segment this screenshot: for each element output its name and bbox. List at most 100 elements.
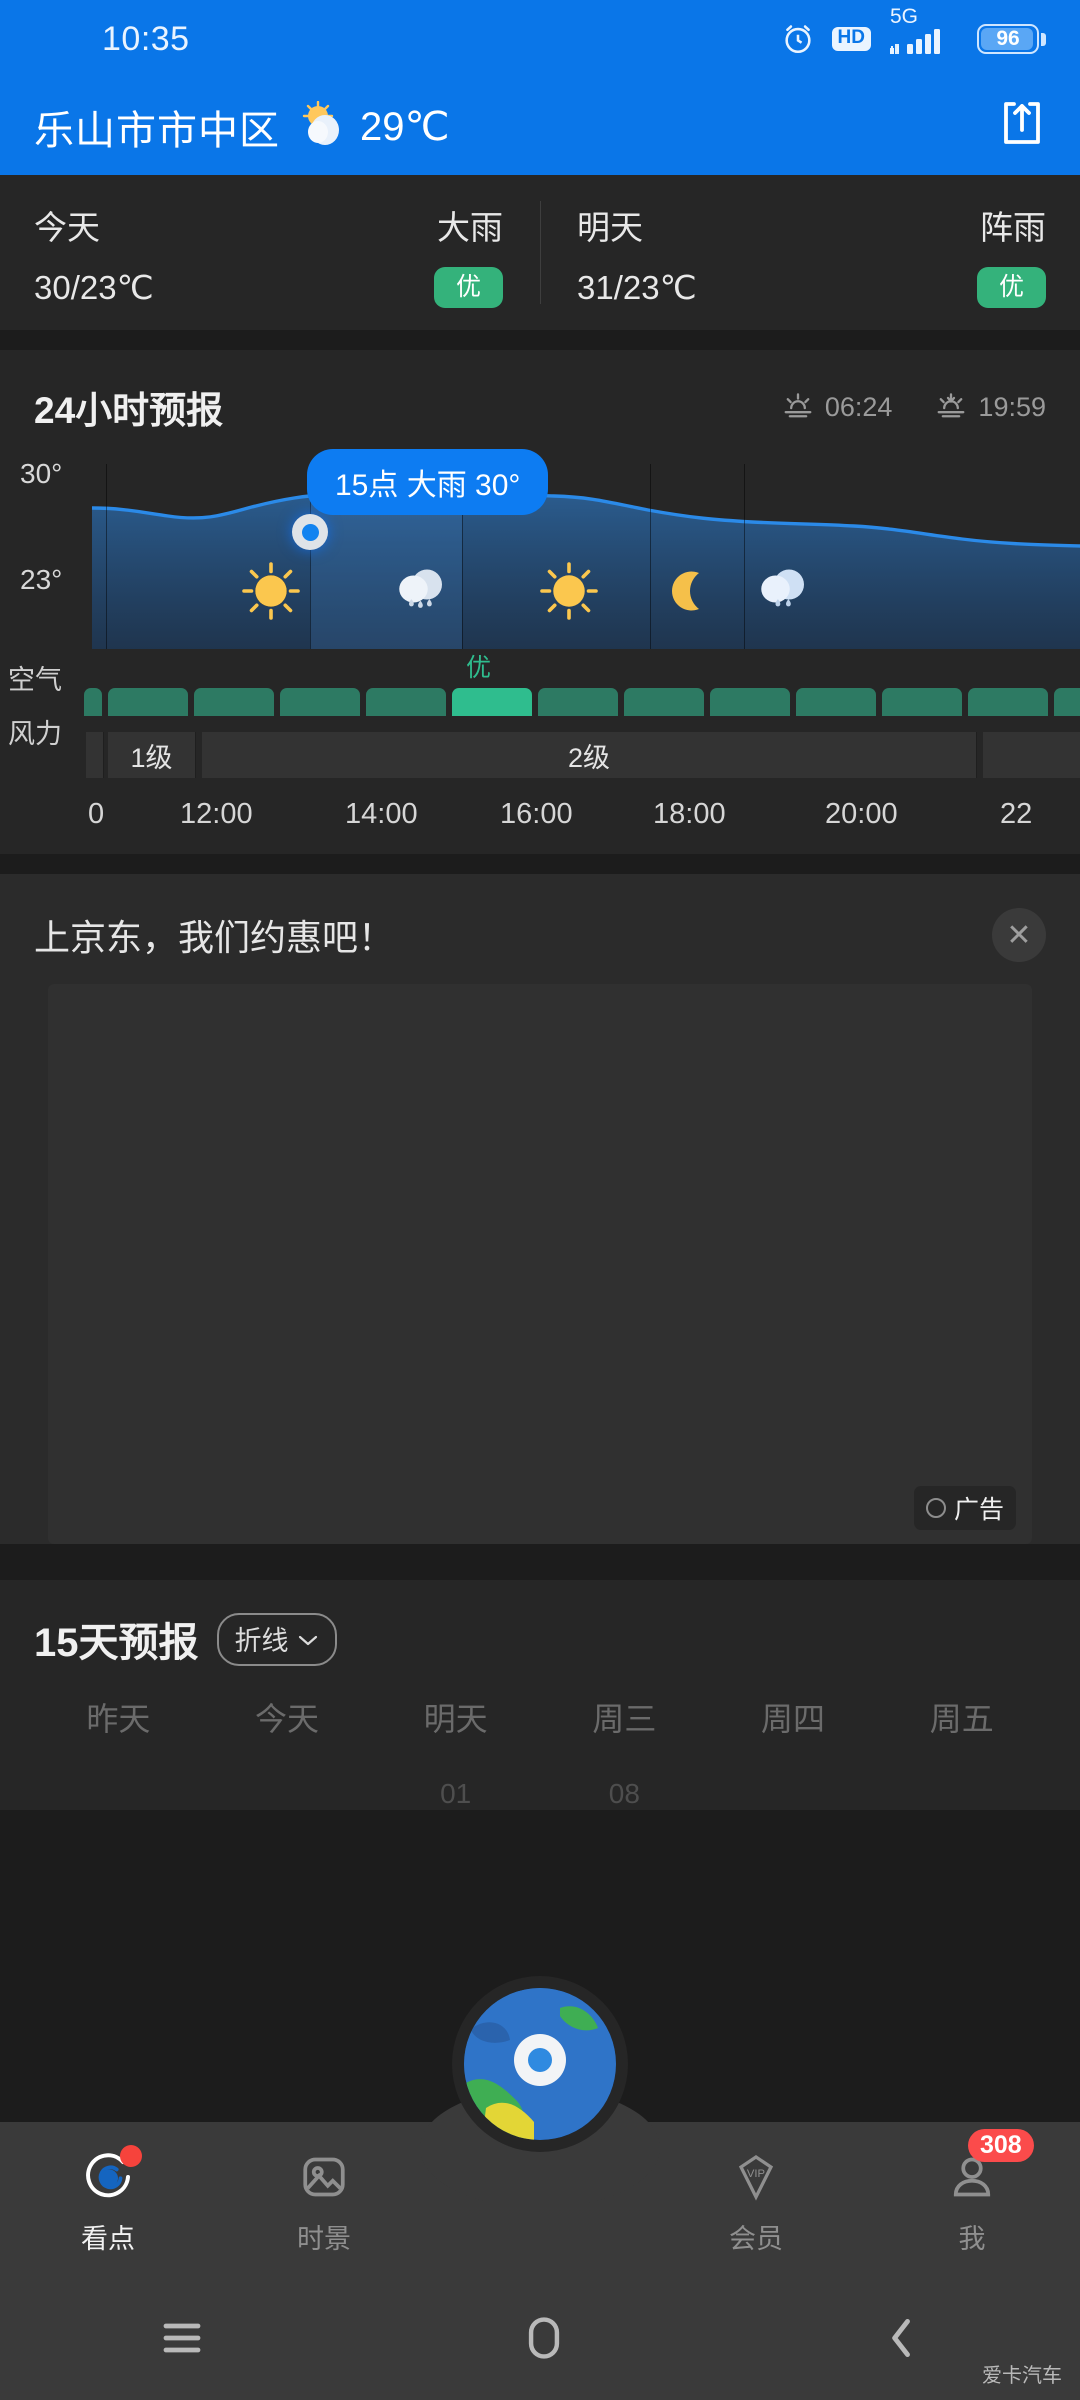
air-bar	[194, 688, 274, 716]
sunrise-icon	[781, 389, 815, 426]
sun-icon	[536, 558, 602, 624]
forecast15-date: 01	[440, 1778, 472, 1809]
back-icon[interactable]	[882, 2314, 922, 2367]
two-day-summary: 今天 大雨 30/23℃ 优 明天 阵雨 31/23℃ 优	[0, 175, 1080, 330]
section-gap	[0, 330, 1080, 350]
wind-row-label: 风力	[8, 719, 62, 749]
rain-icon	[750, 556, 816, 622]
sun-icon	[238, 558, 304, 624]
tab-shijing[interactable]: 时景	[216, 2147, 432, 2256]
rain-icon	[388, 556, 454, 622]
forecast15-date	[34, 1778, 203, 1810]
forecast15-day[interactable]: 明天	[371, 1694, 540, 1740]
forecast15-day[interactable]: 周五	[877, 1694, 1046, 1740]
forecast15-date	[877, 1778, 1046, 1810]
watermark: 爱卡汽车	[982, 2365, 1062, 2387]
wind-segment	[86, 732, 104, 778]
status-bar: 10:35 HD 5G 96	[0, 0, 1080, 78]
selected-point-marker[interactable]	[292, 514, 328, 550]
y-label-low: 23°	[20, 564, 63, 595]
tomorrow-condition: 阵雨	[980, 209, 1046, 246]
air-quality-label: 优	[466, 654, 492, 682]
sunset-time: 19:59	[978, 391, 1046, 422]
share-icon[interactable]	[998, 98, 1046, 155]
android-nav-bar: 爱卡汽车	[0, 2280, 1080, 2400]
signal-icon: 5G	[888, 6, 960, 56]
forecast15-day[interactable]: 周三	[540, 1694, 709, 1740]
x-tick: 0	[88, 798, 105, 830]
chart-y-axis: 30° 23° 空气 风力	[0, 458, 92, 794]
globe-icon[interactable]	[452, 1976, 628, 2152]
moon-icon	[654, 558, 720, 624]
tomorrow-label: 明天	[577, 209, 643, 246]
sunrise-time: 06:24	[824, 391, 893, 422]
alarm-icon	[781, 22, 815, 56]
hourly-chart[interactable]: 30° 23° 空气 风力 15点 大雨 30° 优 1级 2级	[0, 449, 1080, 794]
hourly-header: 24小时预报 06:24 19:59	[0, 350, 1080, 458]
forecast15-date	[709, 1778, 878, 1810]
forecast15-day[interactable]: 今天	[203, 1694, 372, 1740]
air-bar	[84, 688, 102, 716]
photo-icon	[294, 2147, 354, 2207]
air-row-label: 空气	[8, 665, 62, 695]
column-divider	[650, 464, 651, 649]
air-bar	[538, 688, 618, 716]
home-icon[interactable]	[523, 2314, 565, 2367]
forecast15-title: 15天预报	[34, 1621, 199, 1665]
close-icon[interactable]: ✕	[992, 908, 1046, 962]
tomorrow-temp-range: 31/23℃	[577, 269, 697, 307]
air-bar	[108, 688, 188, 716]
tab-label: 我	[958, 2223, 986, 2254]
forecast15-day-labels: 昨天 今天 明天 周三 周四 周五	[34, 1694, 1046, 1740]
notification-dot	[120, 2144, 142, 2167]
wind-segment: 1级	[108, 732, 196, 778]
forecast15-mode-label: 折线	[234, 1625, 289, 1656]
today-card[interactable]: 今天 大雨 30/23℃ 优	[0, 175, 537, 330]
ad-image-placeholder[interactable]: 广告	[48, 984, 1032, 1544]
chevron-down-icon	[297, 1623, 319, 1654]
tomorrow-aqi-badge: 优	[976, 267, 1046, 309]
air-bar	[796, 688, 876, 716]
column-divider	[744, 464, 745, 649]
status-time: 10:35	[102, 19, 190, 58]
air-bar	[1054, 688, 1080, 716]
x-tick: 12:00	[180, 798, 253, 830]
hourly-forecast-card: 24小时预报 06:24 19:59 30° 23° 空气 风力 15点 大雨 …	[0, 350, 1080, 854]
ad-card[interactable]: 上京东，我们约惠吧！ ✕ 广告	[0, 874, 1080, 1544]
wind-segment: 2级	[202, 732, 977, 778]
x-tick: 16:00	[500, 798, 573, 830]
forecast15-date	[203, 1778, 372, 1810]
forecast15-card: 15天预报 折线 昨天 今天 明天 周三 周四 周五 01 08	[0, 1580, 1080, 1810]
tab-profile[interactable]: 308 我	[864, 2128, 1080, 2256]
tomorrow-card[interactable]: 明天 阵雨 31/23℃ 优	[537, 175, 1080, 330]
forecast15-header: 15天预报 折线	[34, 1610, 1046, 1668]
location-name[interactable]: 乐山市市中区	[34, 98, 280, 156]
wind-segment-label: 1级	[130, 742, 173, 773]
header-temperature: 29℃	[360, 104, 450, 149]
forecast15-day[interactable]: 周四	[709, 1694, 878, 1740]
partly-cloudy-icon	[296, 100, 348, 152]
y-label-high: 30°	[20, 458, 63, 489]
column-divider	[106, 464, 107, 649]
x-tick: 22	[1000, 798, 1033, 830]
ad-title: 上京东，我们约惠吧！	[34, 917, 395, 958]
tab-kandian[interactable]: 看点	[0, 2144, 216, 2256]
forecast15-day[interactable]: 昨天	[34, 1694, 203, 1740]
battery-icon: 96	[977, 24, 1046, 54]
air-bar	[710, 688, 790, 716]
ad-header: 上京东，我们约惠吧！ ✕	[0, 908, 1080, 984]
air-bar	[882, 688, 962, 716]
status-icons: HD 5G 96	[781, 6, 1046, 56]
tab-label: 会员	[729, 2223, 783, 2254]
chart-x-axis: 0 12:00 14:00 16:00 18:00 20:00 22	[0, 794, 1080, 850]
x-tick: 18:00	[653, 798, 726, 830]
menu-icon[interactable]	[158, 2318, 206, 2363]
today-condition: 大雨	[437, 209, 503, 246]
air-bar	[624, 688, 704, 716]
app-header: 乐山市市中区 29℃	[0, 78, 1080, 175]
tab-vip[interactable]: VIP 会员	[648, 2147, 864, 2256]
hourly-title: 24小时预报	[34, 390, 224, 431]
svg-text:VIP: VIP	[747, 2168, 765, 2180]
today-aqi-badge: 优	[433, 267, 503, 309]
forecast15-mode-toggle[interactable]: 折线	[216, 1612, 337, 1666]
